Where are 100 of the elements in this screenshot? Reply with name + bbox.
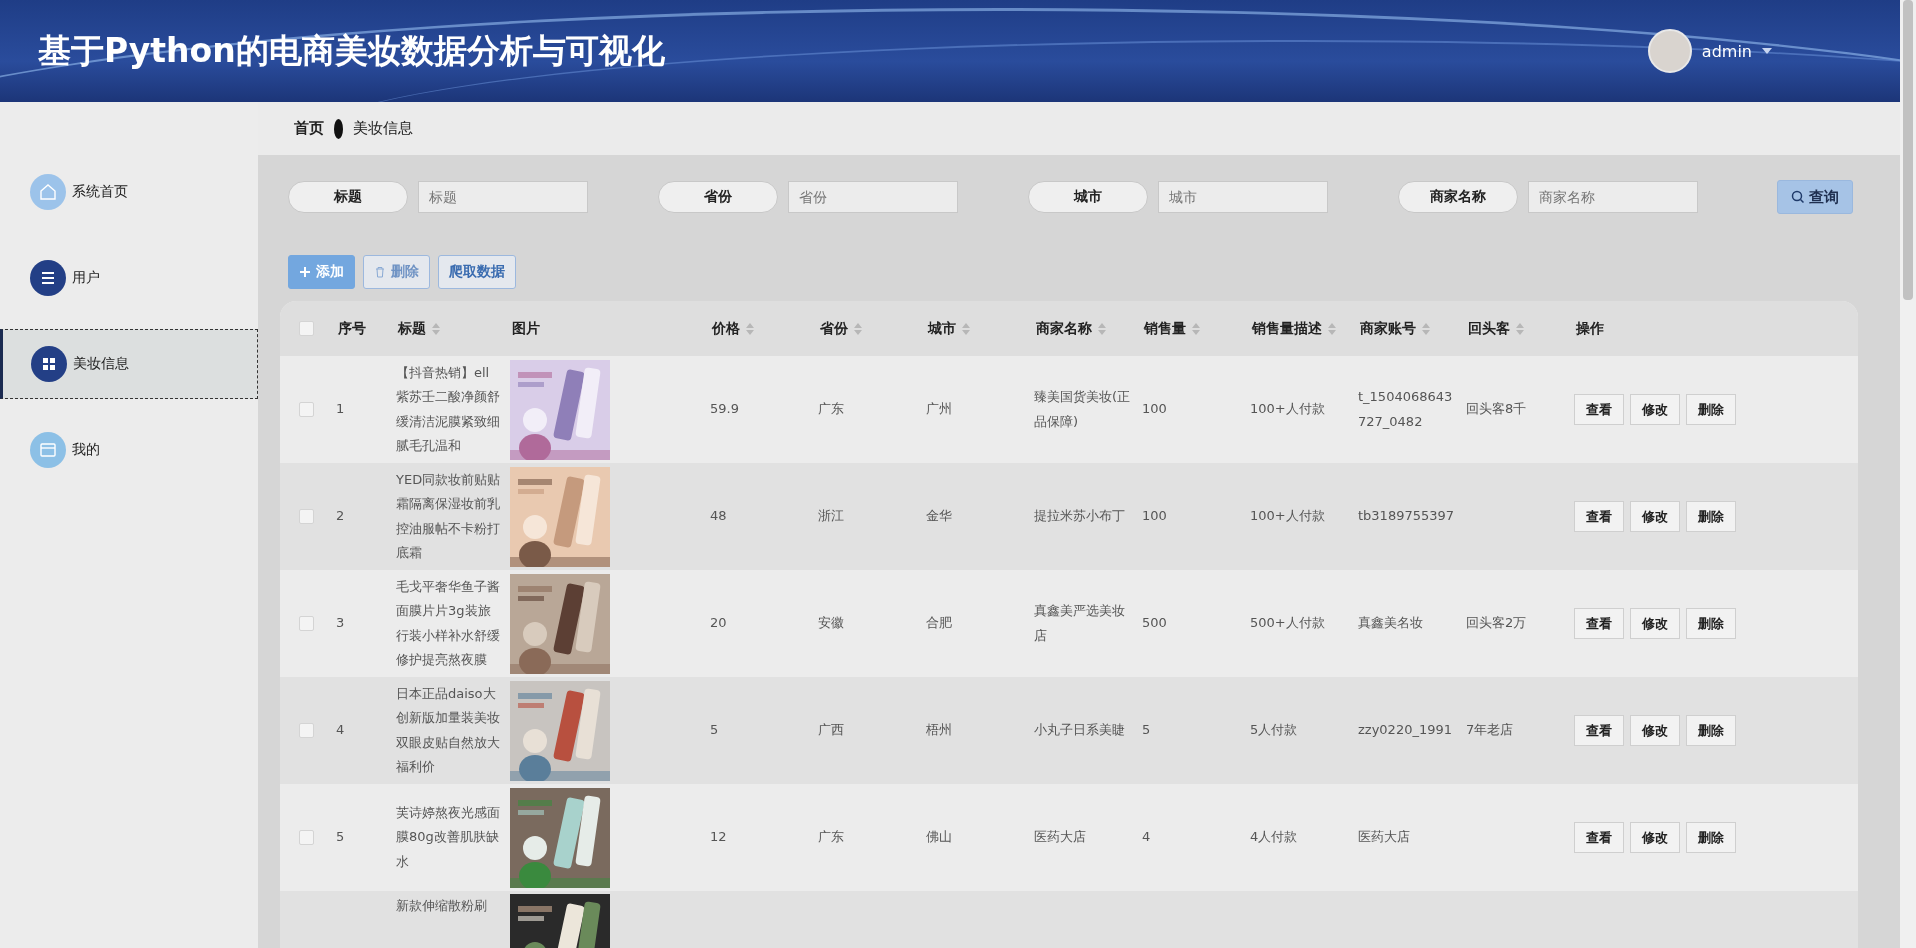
table-cell-text: 100+人付款 bbox=[1250, 507, 1326, 526]
edit-button[interactable]: 修改 bbox=[1630, 501, 1680, 532]
table-cell-text: 4 bbox=[1142, 828, 1152, 847]
table-cell-text: 新款伸缩散粉刷 bbox=[396, 897, 488, 915]
sidebar-item[interactable]: 我的 bbox=[0, 415, 258, 485]
row-checkbox[interactable] bbox=[298, 402, 314, 417]
breadcrumb-link[interactable]: 美妆信息 bbox=[353, 119, 413, 138]
search-field[interactable]: 商家名称 bbox=[1528, 181, 1698, 213]
table-cell-text: YED同款妆前贴贴霜隔离保湿妆前乳控油服帖不卡粉打底霜 bbox=[396, 471, 502, 562]
column-header[interactable]: 销售量描述 bbox=[1252, 319, 1322, 338]
table-cell-text: 真鑫美名妆 bbox=[1358, 614, 1424, 633]
view-button[interactable]: 查看 bbox=[1574, 394, 1624, 425]
row-checkbox[interactable] bbox=[298, 509, 314, 524]
table-cell-text: 4人付款 bbox=[1250, 828, 1299, 847]
sort-icon[interactable] bbox=[746, 322, 754, 335]
edit-button[interactable]: 修改 bbox=[1630, 715, 1680, 746]
table-cell-text: 小丸子日系美睫 bbox=[1034, 721, 1126, 740]
sort-icon[interactable] bbox=[1098, 322, 1106, 335]
row-checkbox[interactable] bbox=[298, 830, 314, 845]
table-cell-text: 医药大店 bbox=[1034, 828, 1087, 847]
column-header[interactable]: 城市 bbox=[928, 319, 956, 338]
column-header[interactable]: 标题 bbox=[398, 319, 426, 338]
delete-button[interactable]: 删除 bbox=[1686, 822, 1736, 853]
sort-icon[interactable] bbox=[1422, 322, 1430, 335]
sort-icon[interactable] bbox=[1192, 322, 1200, 335]
search-field[interactable]: 城市 bbox=[1158, 181, 1328, 213]
table-cell-text: 100 bbox=[1142, 400, 1168, 419]
column-header[interactable]: 商家名称 bbox=[1036, 319, 1092, 338]
table-cell-text: 日本正品daiso大创新版加量装美妆双眼皮贴自然放大福利价 bbox=[396, 685, 501, 776]
table-cell-text: 5 bbox=[710, 721, 720, 740]
separator-icon bbox=[334, 118, 343, 139]
avatar[interactable] bbox=[1647, 29, 1692, 73]
table-cell-text: 广西 bbox=[818, 721, 845, 740]
column-header[interactable]: 销售量 bbox=[1144, 319, 1186, 338]
delete-button[interactable]: 删除 bbox=[1686, 394, 1736, 425]
table-cell-text: 毛戈平奢华鱼子酱面膜片片3g装旅行装小样补水舒缓修护提亮熬夜膜 bbox=[396, 578, 501, 669]
caret-icon[interactable] bbox=[1762, 48, 1772, 54]
sidebar-item[interactable]: 用户 bbox=[0, 243, 258, 313]
view-button[interactable]: 查看 bbox=[1574, 608, 1624, 639]
field-label: 商家名称 bbox=[1398, 181, 1518, 213]
table-cell-text: 5人付款 bbox=[1250, 721, 1299, 740]
sidebar-item[interactable]: 美妆信息 bbox=[0, 329, 258, 399]
table-cell-text: 12 bbox=[710, 828, 728, 847]
column-header[interactable]: 省份 bbox=[820, 319, 848, 338]
view-button[interactable]: 查看 bbox=[1574, 715, 1624, 746]
trash-icon bbox=[374, 266, 386, 278]
app-title: 基于Python的电商美妆数据分析与可视化 bbox=[38, 29, 665, 72]
search-button[interactable]: 查询 bbox=[1777, 180, 1853, 214]
scroll-thumb[interactable] bbox=[1903, 0, 1913, 300]
plus-icon bbox=[299, 266, 311, 278]
delete-button[interactable]: 删除 bbox=[1686, 608, 1736, 639]
table-cell-text: 芙诗婷熬夜光感面膜80g改善肌肤缺水 bbox=[396, 804, 501, 871]
table-cell-text: 2 bbox=[336, 507, 346, 526]
table-cell-text: 浙江 bbox=[818, 507, 845, 526]
column-header[interactable]: 价格 bbox=[712, 319, 740, 338]
table-cell-text: zzy0220_1991 bbox=[1358, 721, 1453, 740]
sort-icon[interactable] bbox=[1328, 322, 1336, 335]
field-label: 标题 bbox=[288, 181, 408, 213]
sidebar-item[interactable]: 系统首页 bbox=[0, 157, 258, 227]
view-button[interactable]: 查看 bbox=[1574, 501, 1624, 532]
table-cell-text: 广州 bbox=[926, 400, 953, 419]
table-cell-text: 48 bbox=[710, 507, 728, 526]
row-checkbox[interactable] bbox=[298, 723, 314, 738]
search-field[interactable]: 标题 bbox=[418, 181, 588, 213]
edit-button[interactable]: 修改 bbox=[1630, 822, 1680, 853]
table-cell-text: 回头客8千 bbox=[1466, 400, 1528, 419]
table-cell-text: 20 bbox=[710, 614, 728, 633]
table-cell-text: 广东 bbox=[818, 828, 845, 847]
table-cell-text: 金华 bbox=[926, 507, 953, 526]
table-cell-text: 真鑫美严选美妆店 bbox=[1034, 602, 1126, 645]
table-cell-text: 500 bbox=[1142, 614, 1168, 633]
column-header: 图片 bbox=[512, 319, 540, 338]
scrollbar[interactable] bbox=[1900, 0, 1916, 948]
search-field[interactable]: 省份 bbox=[788, 181, 958, 213]
edit-button[interactable]: 修改 bbox=[1630, 394, 1680, 425]
table-cell-text: 500+人付款 bbox=[1250, 614, 1326, 633]
user-name[interactable]: admin bbox=[1701, 41, 1752, 61]
sort-icon[interactable] bbox=[854, 322, 862, 335]
view-button[interactable]: 查看 bbox=[1574, 822, 1624, 853]
table-cell-text: 100+人付款 bbox=[1250, 400, 1326, 419]
column-header[interactable]: 商家账号 bbox=[1360, 319, 1416, 338]
table-cell-text: 梧州 bbox=[926, 721, 953, 740]
table-cell-text: 安徽 bbox=[818, 614, 845, 633]
table-cell-text: 佛山 bbox=[926, 828, 953, 847]
delete-button[interactable]: 删除 bbox=[1686, 715, 1736, 746]
row-checkbox[interactable] bbox=[298, 616, 314, 631]
table-cell-text: 回头客2万 bbox=[1466, 614, 1528, 633]
sort-icon[interactable] bbox=[1516, 322, 1524, 335]
sort-icon[interactable] bbox=[432, 322, 440, 335]
table-cell-text: 臻美国货美妆(正品保障) bbox=[1034, 388, 1132, 431]
delete-button[interactable]: 删除 bbox=[1686, 501, 1736, 532]
table-cell-text: tb3189755397 bbox=[1358, 507, 1456, 526]
breadcrumb-link[interactable]: 首页 bbox=[294, 119, 324, 138]
sort-icon[interactable] bbox=[962, 322, 970, 335]
field-label: 省份 bbox=[658, 181, 778, 213]
column-header[interactable]: 回头客 bbox=[1468, 319, 1510, 338]
edit-button[interactable]: 修改 bbox=[1630, 608, 1680, 639]
crawl-button[interactable]: 爬取数据 bbox=[438, 255, 516, 289]
select-all-checkbox[interactable] bbox=[298, 321, 314, 336]
table-cell-text: 合肥 bbox=[926, 614, 953, 633]
